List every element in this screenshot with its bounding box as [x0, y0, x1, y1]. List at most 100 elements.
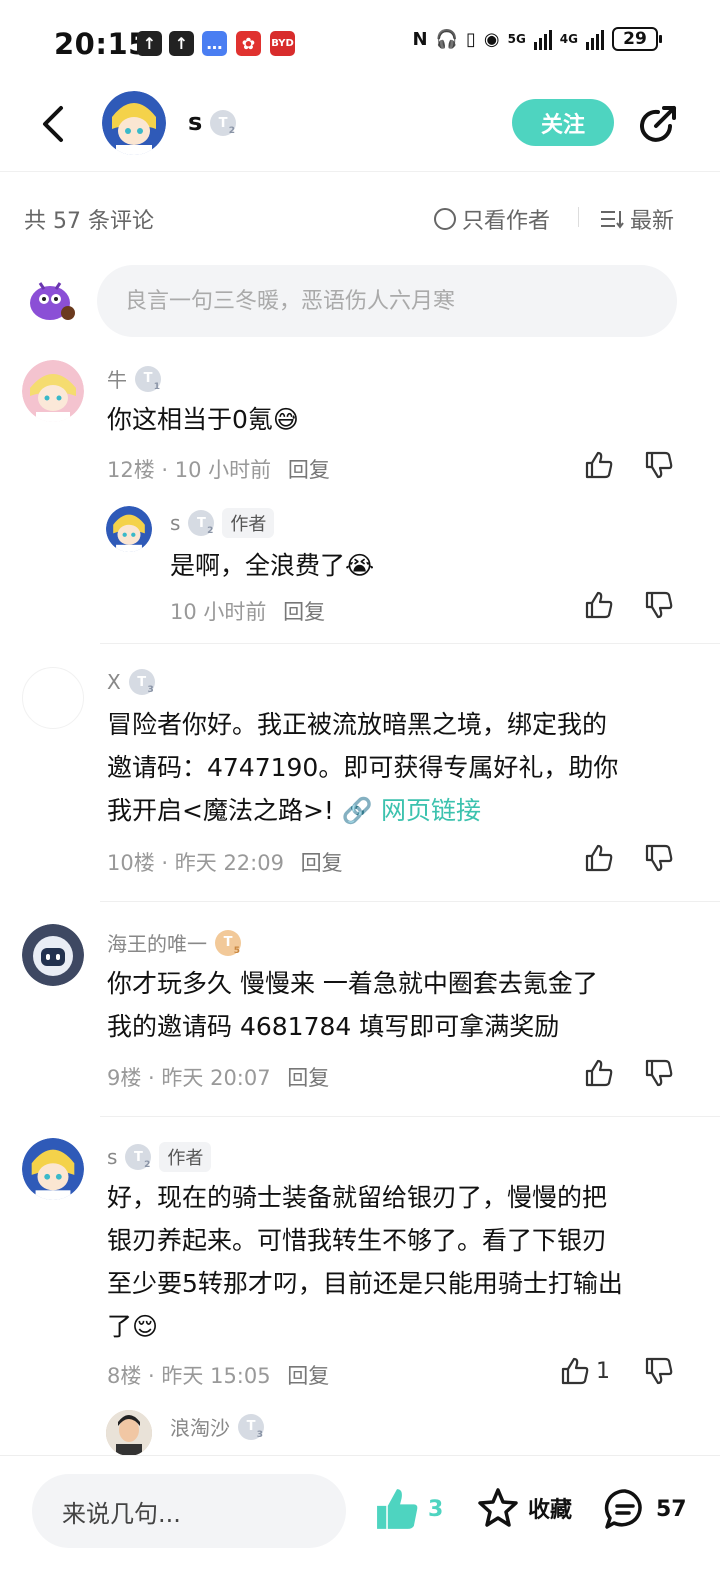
back-button[interactable]	[30, 102, 74, 146]
commenter-name[interactable]: 牛	[107, 364, 127, 393]
comments-count: 57	[656, 1496, 687, 1522]
battery-level: 29	[623, 29, 647, 49]
floor-label: 9楼	[107, 1066, 142, 1090]
bottom-action-bar: 来说几句... 3 收藏 57	[0, 1455, 720, 1595]
divider	[100, 1116, 720, 1117]
replier-name-row: 浪淘沙 T3	[170, 1412, 264, 1441]
level-badge-icon: T5	[215, 929, 241, 956]
level-badge-icon: T3	[238, 1413, 264, 1440]
sort-label: 最新	[630, 209, 675, 234]
share-button[interactable]	[636, 104, 678, 146]
divider	[578, 207, 579, 227]
commenter-name-row: X T3	[107, 669, 155, 695]
level-badge-icon: T2	[125, 1144, 152, 1170]
reply-button[interactable]: 回复	[287, 1066, 329, 1090]
reply-meta: 10 小时前 回复	[170, 596, 325, 626]
reply-time: 10 小时前	[170, 600, 267, 624]
comment-meta: 12楼 · 10 小时前 回复	[107, 458, 330, 482]
thumbs-down-icon	[645, 844, 673, 872]
thumbs-up-filled-icon	[377, 1489, 418, 1529]
star-icon	[478, 1488, 518, 1527]
reply-button[interactable]: 回复	[301, 851, 343, 875]
only-author-toggle[interactable]: 只看作者	[434, 203, 550, 235]
comment-time: 昨天 22:09	[174, 851, 284, 875]
commenter-name[interactable]: 海王的唯一	[107, 928, 207, 957]
comment-item: X T3 冒险者你好。我正被流放暗黑之境，绑定我的 邀请码：4747190。即可…	[0, 665, 720, 902]
comments-header: 共 57 条评论 只看作者 最新	[0, 195, 720, 237]
sort-button[interactable]: 最新	[600, 203, 674, 235]
level-badge-icon: T1	[135, 365, 161, 392]
commenter-name-row: 牛 T1	[107, 364, 161, 393]
byd-app-icon: BYD	[270, 31, 295, 56]
phone-icon: ▯	[465, 28, 476, 50]
commenter-name[interactable]: s	[107, 1145, 117, 1169]
reply-button[interactable]: 回复	[287, 1364, 329, 1388]
comment-meta: 8楼 · 昨天 15:05 回复	[107, 1364, 330, 1388]
dislike-button[interactable]	[644, 1058, 674, 1088]
comment-time: 昨天 15:05	[161, 1364, 271, 1388]
web-link[interactable]: 🔗 网页链接	[334, 796, 481, 825]
only-author-label: 只看作者	[462, 209, 551, 234]
reply-text: 是啊，全浪费了😭	[170, 551, 375, 580]
author-avatar[interactable]	[102, 91, 166, 155]
share-icon	[640, 106, 676, 142]
link-icon: 🔗	[333, 796, 381, 825]
divider	[100, 643, 720, 644]
my-avatar	[24, 275, 76, 323]
author-tag: 作者	[222, 508, 275, 538]
like-button[interactable]	[584, 1058, 614, 1088]
post-like-button[interactable]: 3	[374, 1486, 443, 1532]
comment-entry-button[interactable]: 来说几句...	[32, 1474, 346, 1548]
dislike-button[interactable]	[644, 1356, 674, 1386]
like-button[interactable]: 1	[560, 1356, 610, 1386]
status-time: 20:15	[54, 27, 149, 61]
dislike-button[interactable]	[644, 843, 674, 873]
replier-avatar[interactable]	[106, 1410, 152, 1456]
comment-item: 牛 T1 你这相当于0氪😅 12楼 · 10 小时前 回复 s T2 作者 是啊…	[0, 360, 720, 645]
signal-icon	[533, 28, 552, 50]
post-header: s T2 关注	[0, 90, 720, 172]
comment-time: 昨天 20:07	[161, 1066, 271, 1090]
like-button[interactable]	[584, 450, 614, 480]
comment-item: s T2 作者 好，现在的骑士装备就留给银刃了，慢慢的把 银刃养起来。可惜我转生…	[0, 1138, 720, 1456]
comment-composer	[0, 265, 720, 337]
battery-icon: 29	[612, 27, 662, 51]
reply-button[interactable]: 回复	[288, 458, 330, 482]
commenter-avatar[interactable]	[22, 924, 84, 986]
floor-label: 10楼	[107, 851, 155, 875]
thumbs-down-icon	[645, 591, 673, 619]
commenter-name-row: s T2 作者	[107, 1142, 212, 1172]
network-label-1: 5G	[507, 32, 526, 46]
chevron-left-icon	[43, 106, 63, 142]
headphones-icon: 🎧	[435, 28, 458, 50]
replier-avatar[interactable]	[106, 506, 152, 552]
emoji-icon: 😌	[132, 1312, 159, 1341]
comment-input[interactable]	[97, 265, 677, 337]
comments-button[interactable]: 57	[602, 1486, 687, 1532]
level-badge-icon: T3	[128, 669, 155, 695]
like-button[interactable]	[584, 843, 614, 873]
replier-name[interactable]: 浪淘沙	[170, 1412, 230, 1441]
dislike-button[interactable]	[644, 450, 674, 480]
sort-icon	[601, 211, 624, 229]
nfc-icon: N	[412, 28, 428, 50]
commenter-avatar[interactable]	[22, 360, 84, 422]
dislike-button[interactable]	[644, 590, 674, 620]
thumbs-down-icon	[645, 1357, 673, 1385]
commenter-avatar[interactable]	[22, 667, 84, 729]
follow-button[interactable]: 关注	[512, 99, 614, 146]
thumbs-down-icon	[645, 1059, 673, 1087]
comment-text: 你才玩多久 慢慢来 一着急就中圈套去氪金了 我的邀请码 4681784 填写即可…	[107, 969, 598, 1041]
commenter-name[interactable]: X	[107, 670, 121, 694]
commenter-name-row: 海王的唯一 T5	[107, 928, 241, 957]
reply-button[interactable]: 回复	[283, 600, 325, 624]
replier-name[interactable]: s	[170, 511, 180, 535]
commenter-avatar[interactable]	[22, 1138, 84, 1200]
favorite-button[interactable]: 收藏	[476, 1486, 572, 1530]
like-button[interactable]	[584, 590, 614, 620]
author-tag: 作者	[159, 1142, 212, 1172]
comment-meta: 9楼 · 昨天 20:07 回复	[107, 1066, 330, 1090]
thumbs-down-icon	[645, 451, 673, 479]
floor-label: 8楼	[107, 1364, 142, 1388]
upload-icon: ↑	[169, 31, 194, 56]
